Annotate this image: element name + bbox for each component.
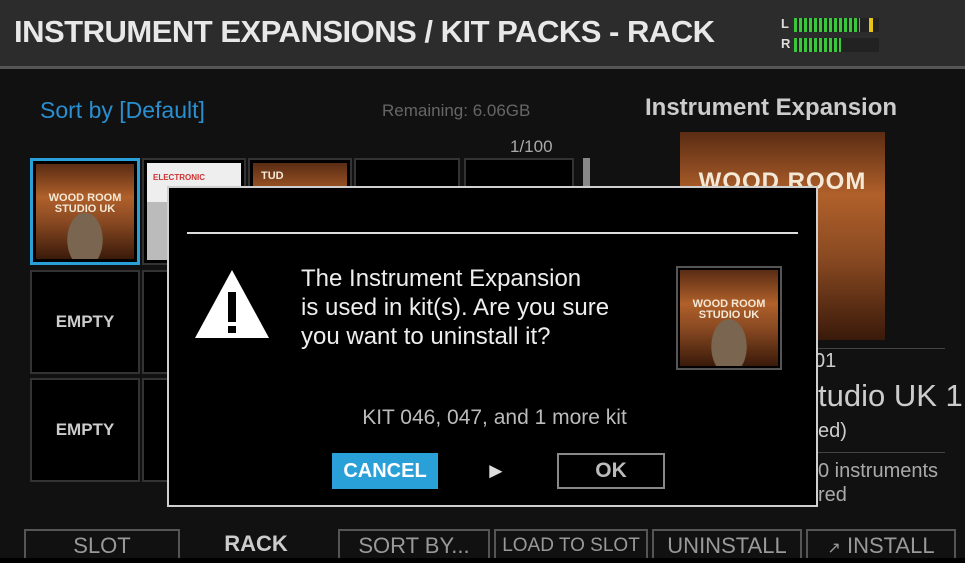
empty-label: EMPTY [55, 312, 115, 331]
dialog-message: The Instrument Expansion is used in kit(… [301, 264, 681, 351]
meter-right-fill [794, 38, 841, 52]
expansion-art-text: WOOD ROOM STUDIO UK [48, 191, 122, 215]
dialog-message-line: you want to uninstall it? [301, 323, 551, 350]
meter-right-label: R [781, 36, 791, 51]
divider [800, 452, 945, 453]
affected-kits: KIT 046, 047, and 1 more kit [362, 406, 627, 429]
expansion-slot-empty[interactable]: EMPTY [30, 378, 140, 482]
install-button[interactable]: ↗ INSTALL [806, 529, 956, 558]
sort-by-button[interactable]: SORT BY... [338, 529, 490, 558]
slot-button[interactable]: SLOT [24, 529, 180, 558]
expansion-thumbnail: WOOD ROOM STUDIO UK [676, 266, 782, 370]
sort-label[interactable]: Sort by [Default] [40, 97, 205, 124]
cancel-button[interactable]: CANCEL [332, 453, 438, 489]
detail-state: red [818, 484, 847, 506]
expansion-slot-empty[interactable]: EMPTY [30, 270, 140, 374]
meter-left-fill [794, 18, 861, 32]
expansion-art-text: ELECTRONIC [153, 173, 205, 182]
dialog-message-line: is used in kit(s). Are you sure [301, 294, 610, 321]
remaining-storage: Remaining: 6.06GB [382, 101, 531, 120]
screen: INSTRUMENT EXPANSIONS / KIT PACKS - RACK… [0, 0, 965, 558]
level-meter: L R [781, 16, 881, 56]
meter-left-label: L [781, 16, 789, 31]
expansion-art-text: TUD [261, 170, 284, 182]
divider [800, 348, 945, 349]
page-indicator: 1/100 [510, 137, 553, 156]
play-arrow-icon: ► [485, 458, 507, 483]
dialog-divider [187, 232, 798, 234]
rack-button[interactable]: RACK [196, 529, 316, 558]
load-to-slot-button[interactable]: LOAD TO SLOT [494, 529, 648, 558]
meter-left-peak [868, 18, 873, 32]
detail-status: ed) [818, 420, 847, 442]
detail-heading: Instrument Expansion [645, 94, 898, 121]
expansion-slot-1[interactable]: WOOD ROOM STUDIO UK [30, 158, 140, 265]
empty-label: EMPTY [55, 420, 115, 439]
expansion-art: WOOD ROOM STUDIO UK [680, 270, 778, 366]
expansion-art: WOOD ROOM STUDIO UK [36, 164, 134, 259]
ok-button[interactable]: OK [557, 453, 665, 489]
dialog-message-line: The Instrument Expansion [301, 265, 582, 292]
expansion-art-text: WOOD ROOM STUDIO UK [692, 297, 766, 321]
warning-icon [195, 270, 269, 338]
meter-right-bar [794, 38, 879, 52]
title-bar: INSTRUMENT EXPANSIONS / KIT PACKS - RACK… [0, 0, 965, 69]
detail-count: 0 instruments [818, 460, 939, 482]
external-link-icon: ↗ [827, 540, 841, 557]
uninstall-confirm-dialog: The Instrument Expansion is used in kit(… [167, 186, 818, 507]
function-bar: SLOT RACK SORT BY... LOAD TO SLOT UNINST… [0, 527, 965, 558]
install-label: INSTALL [846, 533, 935, 558]
meter-left-bar [794, 18, 879, 32]
uninstall-button[interactable]: UNINSTALL [652, 529, 802, 558]
detail-name: tudio UK 1 [818, 378, 963, 413]
page-title: INSTRUMENT EXPANSIONS / KIT PACKS - RACK [14, 14, 715, 49]
